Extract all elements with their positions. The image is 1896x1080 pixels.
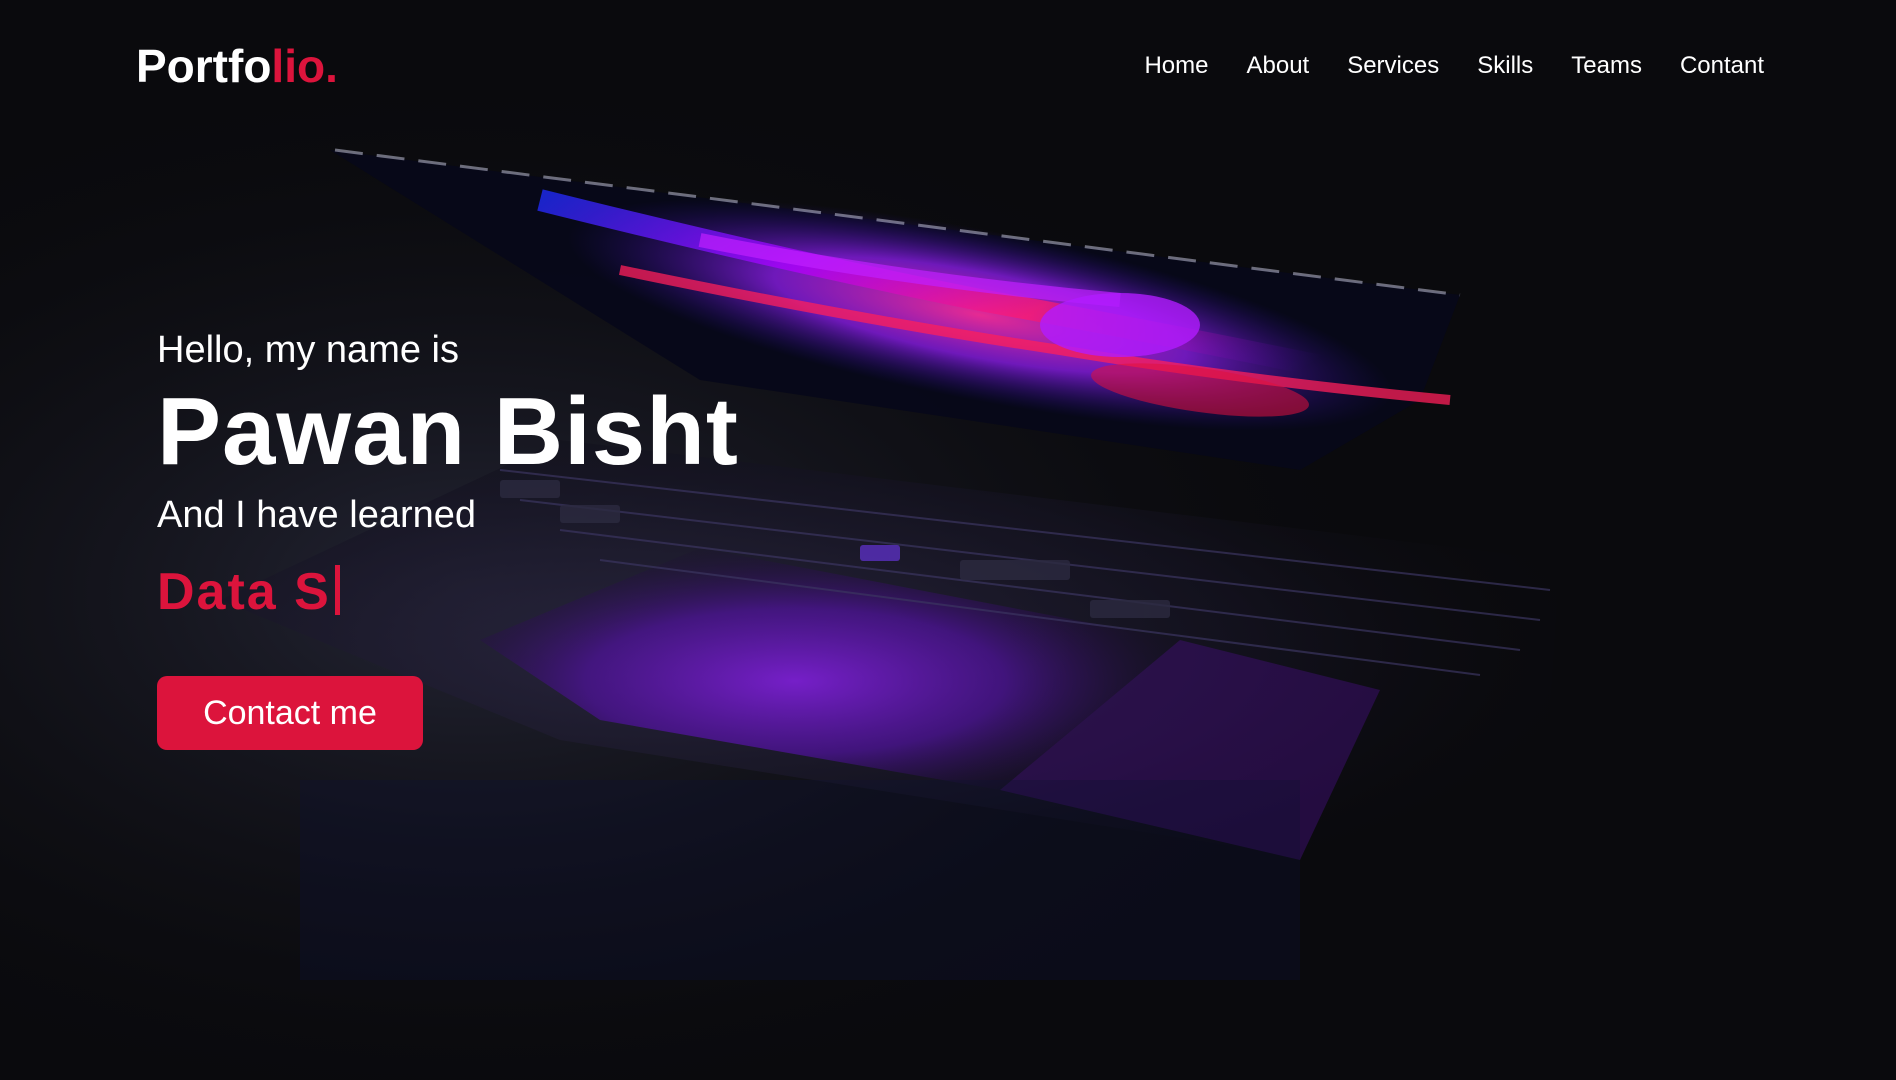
nav-menu: Home About Services Skills Teams Contant: [1106, 50, 1764, 82]
hero-section: Hello, my name is Pawan Bisht And I have…: [157, 320, 1057, 750]
hero-name: Pawan Bisht: [157, 378, 739, 485]
navbar: Portfolio. Home About Services Skills Te…: [0, 0, 1896, 132]
hero-learned-text: And I have learned: [157, 494, 477, 536]
typing-cursor: [334, 565, 340, 615]
logo[interactable]: Portfolio.: [136, 38, 338, 94]
contact-me-button[interactable]: Contact me: [157, 676, 423, 750]
hero-greeting: Hello, my name is: [157, 329, 459, 371]
portfolio-page: Portfolio. Home About Services Skills Te…: [0, 0, 1896, 1080]
nav-link-services[interactable]: Services: [1347, 50, 1439, 82]
nav-link-home[interactable]: Home: [1144, 50, 1208, 82]
logo-text-main: Portfo: [136, 40, 272, 92]
nav-link-about[interactable]: About: [1246, 50, 1309, 82]
logo-text-accent: lio.: [271, 40, 338, 92]
nav-link-skills[interactable]: Skills: [1477, 50, 1533, 82]
nav-link-contact[interactable]: Contant: [1680, 50, 1764, 82]
typed-skill: Data S: [157, 558, 1057, 626]
nav-link-teams[interactable]: Teams: [1571, 50, 1642, 82]
typed-skill-text: Data S: [157, 563, 331, 621]
